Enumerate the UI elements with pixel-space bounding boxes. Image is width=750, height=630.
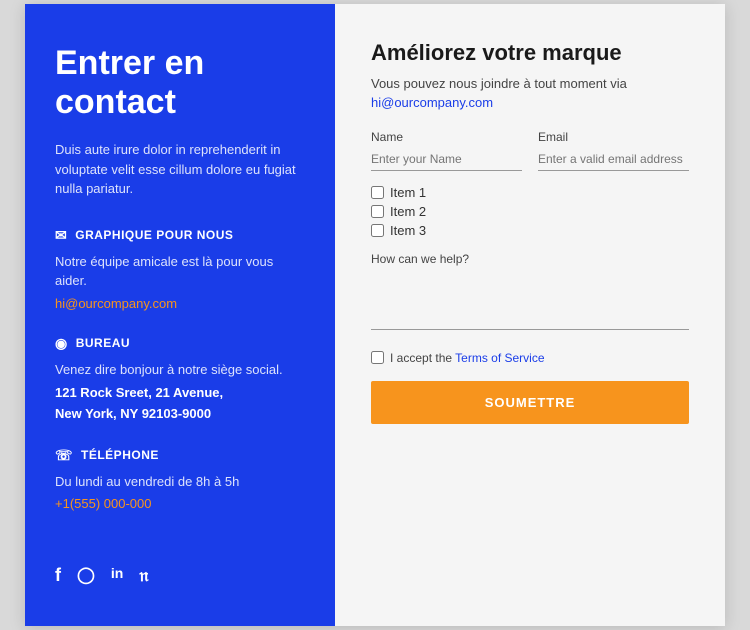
email-input[interactable] <box>538 148 689 171</box>
right-panel: Améliorez votre marque Vous pouvez nous … <box>335 4 725 626</box>
terms-link[interactable]: Terms of Service <box>455 351 544 365</box>
submit-button[interactable]: SOUMETTRE <box>371 381 689 424</box>
section-bureau: ◉ BUREAU Venez dire bonjour à notre sièg… <box>55 335 305 425</box>
form-title: Améliorez votre marque <box>371 40 689 66</box>
checkboxes-group: Item 1 Item 2 Item 3 <box>371 185 689 238</box>
graphique-text: Notre équipe amicale est là pour vous ai… <box>55 252 305 291</box>
location-icon: ◉ <box>55 335 68 352</box>
linkedin-icon[interactable]: in <box>111 565 123 586</box>
graphique-link[interactable]: hi@ourcompany.com <box>55 296 177 311</box>
section-bureau-title: ◉ BUREAU <box>55 335 305 352</box>
section-graphique: ✉ GRAPHIQUE POUR NOUS Notre équipe amica… <box>55 227 305 313</box>
checkbox-3[interactable] <box>371 224 384 237</box>
name-label: Name <box>371 130 522 144</box>
checkbox-1[interactable] <box>371 186 384 199</box>
terms-row: I accept the Terms of Service <box>371 351 689 365</box>
email-field-group: Email <box>538 130 689 171</box>
textarea-group: How can we help? <box>371 252 689 335</box>
email-label: Email <box>538 130 689 144</box>
main-title: Entrer en contact <box>55 44 305 122</box>
bureau-address: 121 Rock Sreet, 21 Avenue, New York, NY … <box>55 383 305 425</box>
form-subtitle: Vous pouvez nous joindre à tout moment v… <box>371 76 689 91</box>
checkbox-2[interactable] <box>371 205 384 218</box>
main-container: Entrer en contact Duis aute irure dolor … <box>25 4 725 626</box>
instagram-icon[interactable]: ◯ <box>77 565 95 586</box>
social-icons: f ◯ in 𝔫 <box>55 535 305 586</box>
name-field-group: Name <box>371 130 522 171</box>
terms-checkbox[interactable] <box>371 351 384 364</box>
facebook-icon[interactable]: f <box>55 565 61 586</box>
name-input[interactable] <box>371 148 522 171</box>
help-textarea[interactable] <box>371 270 689 330</box>
main-description: Duis aute irure dolor in reprehenderit i… <box>55 140 305 199</box>
terms-text: I accept the Terms of Service <box>390 351 545 365</box>
checkbox-label-3: Item 3 <box>390 223 426 238</box>
checkbox-label-1: Item 1 <box>390 185 426 200</box>
name-email-row: Name Email <box>371 130 689 171</box>
checkbox-label-2: Item 2 <box>390 204 426 219</box>
contact-email-link[interactable]: hi@ourcompany.com <box>371 95 689 110</box>
telephone-link[interactable]: +1(555) 000-000 <box>55 496 152 511</box>
textarea-label: How can we help? <box>371 252 689 266</box>
telephone-text: Du lundi au vendredi de 8h à 5h <box>55 472 305 492</box>
email-icon: ✉ <box>55 227 67 244</box>
pinterest-icon[interactable]: 𝔫 <box>139 565 148 586</box>
section-telephone: ☏ TÉLÉPHONE Du lundi au vendredi de 8h à… <box>55 447 305 514</box>
bureau-text: Venez dire bonjour à notre siège social. <box>55 360 305 380</box>
section-graphique-title: ✉ GRAPHIQUE POUR NOUS <box>55 227 305 244</box>
checkbox-item-2: Item 2 <box>371 204 689 219</box>
section-telephone-title: ☏ TÉLÉPHONE <box>55 447 305 464</box>
left-panel: Entrer en contact Duis aute irure dolor … <box>25 4 335 626</box>
checkbox-item-1: Item 1 <box>371 185 689 200</box>
phone-icon: ☏ <box>55 447 73 464</box>
checkbox-item-3: Item 3 <box>371 223 689 238</box>
